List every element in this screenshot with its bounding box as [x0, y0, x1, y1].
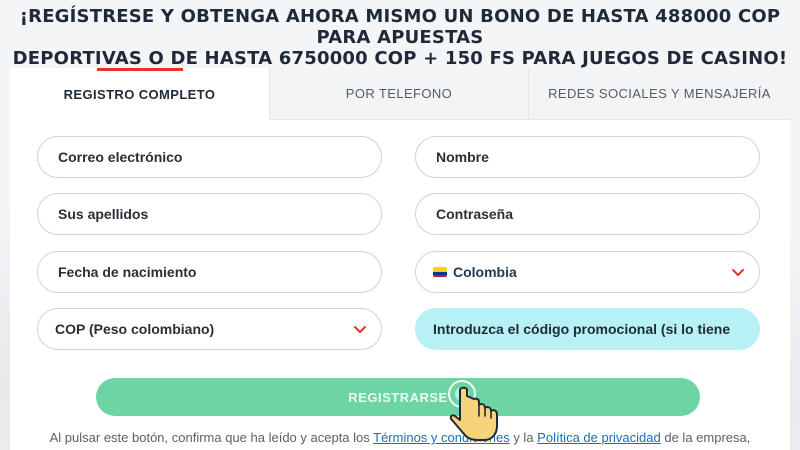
name-field[interactable]: Nombre [415, 136, 760, 178]
promo-code-field[interactable]: Introduzca el código promocional (si lo … [415, 308, 760, 350]
privacy-link[interactable]: Política de privacidad [537, 430, 661, 445]
chevron-down-icon [732, 269, 744, 276]
legal-middle: y la [509, 430, 538, 445]
colombia-flag-icon [433, 267, 447, 277]
headline-line-1: ¡REGÍSTRESE Y OBTENGA AHORA MISMO UN BON… [19, 6, 781, 48]
register-button-label: REGISTRARSE [348, 389, 448, 405]
tab-por-telefono[interactable]: POR TELEFONO [269, 68, 528, 120]
currency-select[interactable]: COP (Peso colombiano) [37, 308, 382, 350]
hand-pointer-icon [448, 380, 498, 441]
tab-label: REGISTRO COMPLETO [63, 86, 216, 102]
legal-prefix: Al pulsar este botón, confirma que ha le… [49, 430, 374, 445]
email-placeholder: Correo electrónico [58, 149, 183, 165]
surname-field[interactable]: Sus apellidos [37, 193, 382, 235]
tab-redes-sociales[interactable]: REDES SOCIALES Y MENSAJERÍA [528, 68, 790, 120]
promo-placeholder: Introduzca el código promocional (si lo … [433, 321, 731, 337]
registration-tabs: REGISTRO COMPLETO POR TELEFONO REDES SOC… [10, 68, 790, 120]
password-field[interactable]: Contraseña [415, 193, 760, 235]
country-value: Colombia [453, 264, 517, 280]
tab-label: POR TELEFONO [345, 86, 453, 101]
legal-notice: Al pulsar este botón, confirma que ha le… [0, 430, 800, 445]
name-placeholder: Nombre [436, 149, 489, 165]
promo-headline: ¡REGÍSTRESE Y OBTENGA AHORA MISMO UN BON… [0, 6, 800, 69]
currency-value: COP (Peso colombiano) [55, 321, 215, 337]
legal-suffix: de la empresa, [660, 430, 751, 445]
country-select[interactable]: Colombia [415, 251, 760, 293]
chevron-down-icon [354, 326, 366, 333]
surname-placeholder: Sus apellidos [58, 206, 149, 222]
headline-line-2: DEPORTIVAS O DE HASTA 6750000 COP + 150 … [12, 48, 788, 69]
register-button[interactable]: REGISTRARSE [96, 378, 700, 416]
tab-registro-completo[interactable]: REGISTRO COMPLETO [10, 68, 269, 120]
birthdate-placeholder: Fecha de nacimiento [58, 264, 197, 280]
birthdate-field[interactable]: Fecha de nacimiento [37, 251, 382, 293]
password-placeholder: Contraseña [436, 206, 514, 222]
email-field[interactable]: Correo electrónico [37, 136, 382, 178]
tab-label: REDES SOCIALES Y MENSAJERÍA [548, 86, 771, 101]
